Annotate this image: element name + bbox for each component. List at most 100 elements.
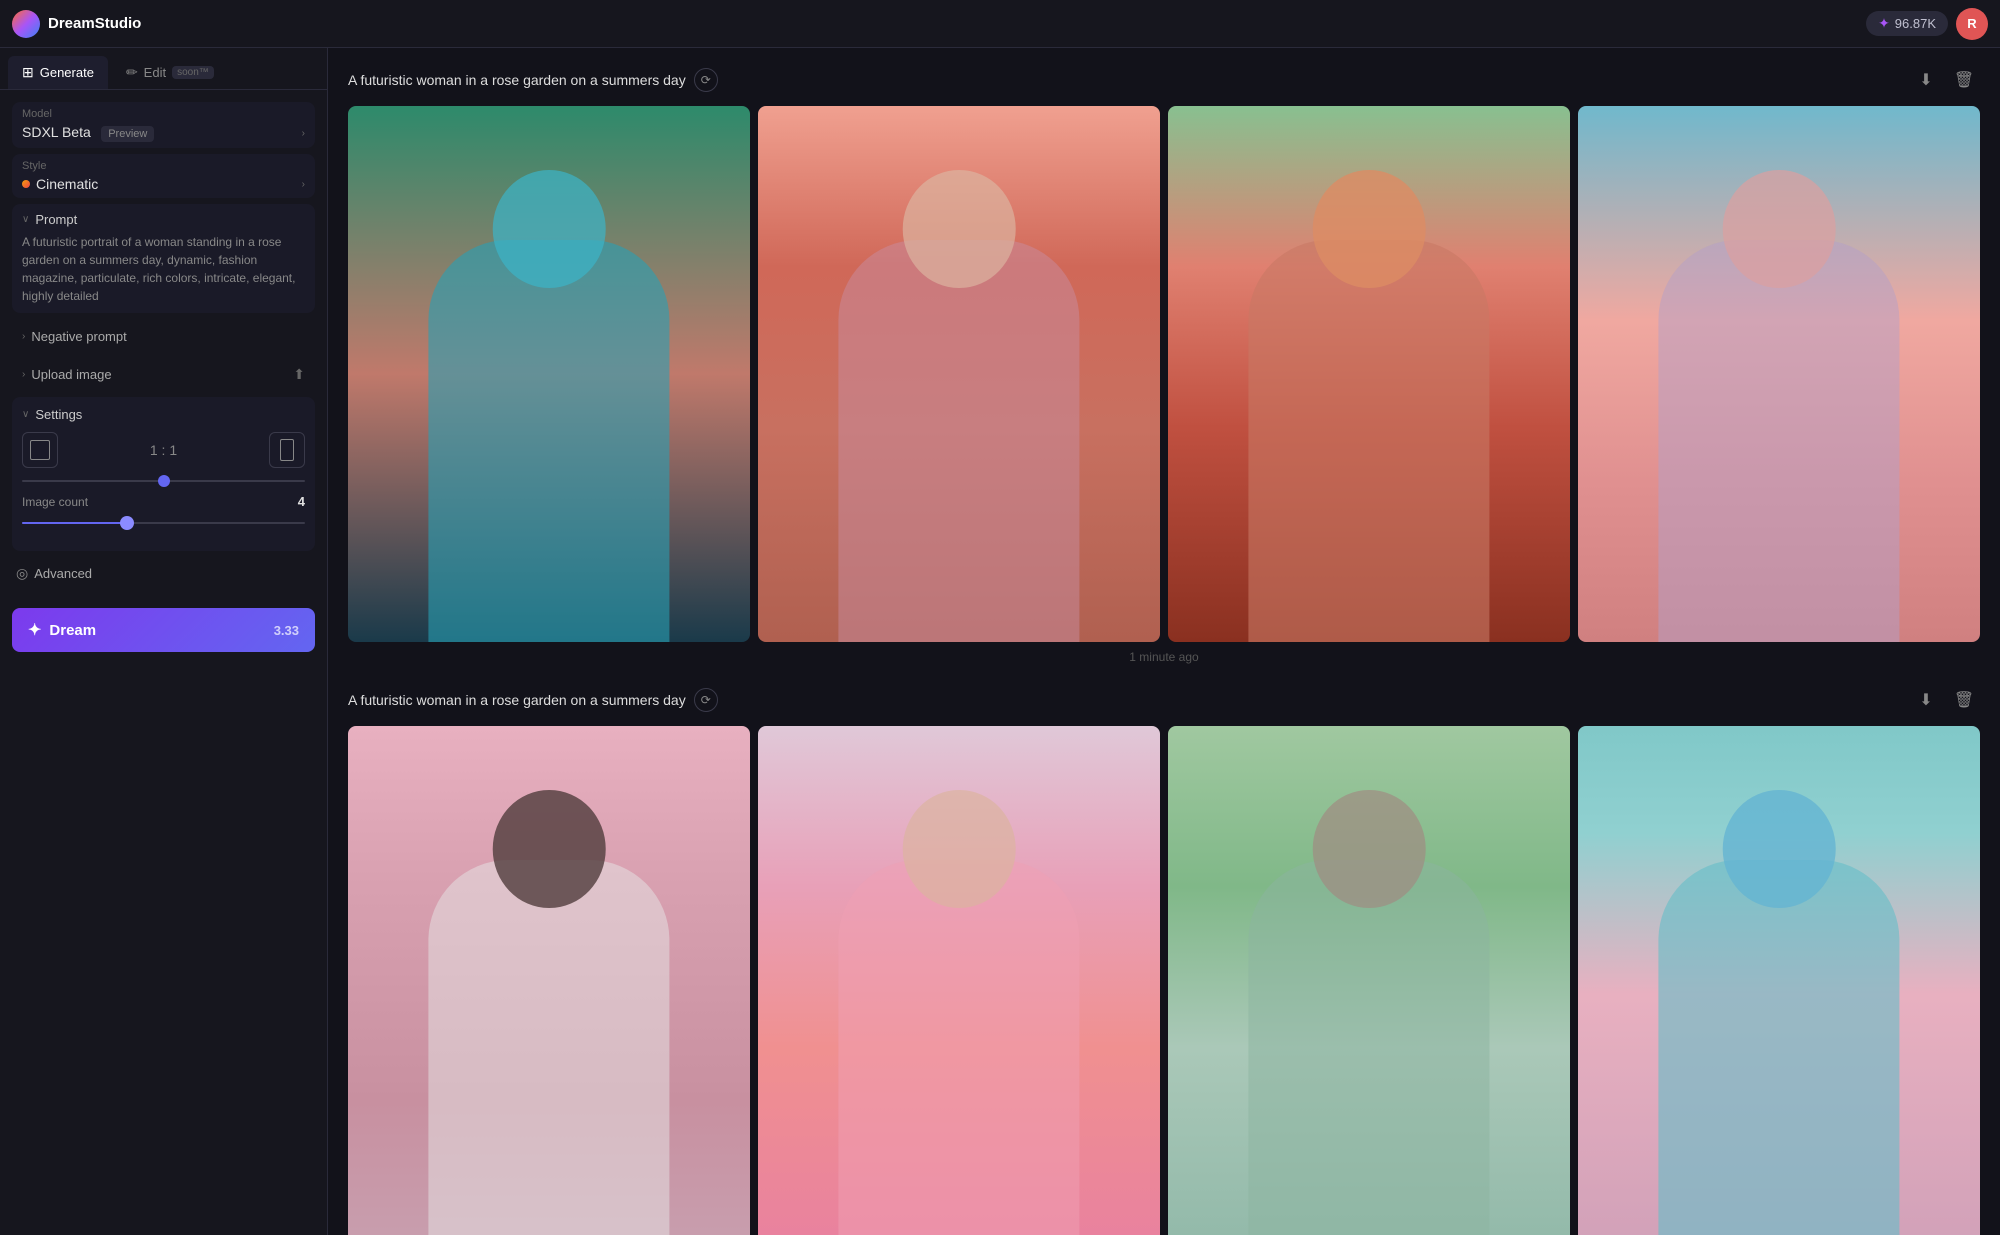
image-grid-1 xyxy=(348,106,1980,642)
aspect-square-icon xyxy=(30,440,50,460)
dream-sparkle-icon: ✦ xyxy=(28,620,41,640)
gen-prompt-text-2: A futuristic woman in a rose garden on a… xyxy=(348,692,686,708)
style-section[interactable]: Style Cinematic › xyxy=(12,154,315,198)
style-chevron-icon: › xyxy=(302,179,305,190)
gen-refresh-btn-2[interactable]: ⟳ xyxy=(694,688,718,712)
gen-actions-2: ⬇ 🗑 xyxy=(1910,684,1980,716)
gen-prompt-row-2: A futuristic woman in a rose garden on a… xyxy=(348,688,718,712)
style-color-dot xyxy=(22,180,30,188)
image-count-slider-fill xyxy=(22,522,127,524)
advanced-eye-icon: ◎ xyxy=(16,565,28,582)
generation-group-1: A futuristic woman in a rose garden on a… xyxy=(348,64,1980,664)
advanced-label: Advanced xyxy=(34,566,92,581)
upload-image-label: Upload image xyxy=(31,367,111,382)
aspect-ratio-slider[interactable] xyxy=(22,480,305,482)
image-cell-1[interactable] xyxy=(348,106,750,642)
header-right: ✦ 96.87K R xyxy=(1866,8,1988,40)
advanced-section[interactable]: ◎ Advanced xyxy=(12,559,315,588)
image-cell-2[interactable] xyxy=(758,106,1160,642)
image-cell-8[interactable] xyxy=(1578,726,1980,1235)
upload-image-section[interactable]: › Upload image ⬆ xyxy=(12,358,315,391)
prompt-label: Prompt xyxy=(35,212,77,227)
app-header: DreamStudio ✦ 96.87K R xyxy=(0,0,2000,48)
model-name-group: SDXL Beta Preview xyxy=(22,124,154,142)
image-cell-6[interactable] xyxy=(758,726,1160,1235)
main-layout: ⊞ Generate ✏ Edit soon™ Model SDXL Beta … xyxy=(0,48,2000,1235)
credits-icon: ✦ xyxy=(1878,15,1890,32)
negative-prompt-section[interactable]: › Negative prompt xyxy=(12,321,315,352)
image-count-slider-container xyxy=(22,515,305,531)
aspect-slider-thumb[interactable] xyxy=(158,475,170,487)
model-chevron-icon: › xyxy=(302,128,305,139)
credits-value: 96.87K xyxy=(1895,16,1936,31)
negative-prompt-header: › Negative prompt xyxy=(22,329,305,344)
tab-edit[interactable]: ✏ Edit soon™ xyxy=(112,56,228,89)
image-cell-4[interactable] xyxy=(1578,106,1980,642)
aspect-portrait-icon xyxy=(280,439,294,461)
style-name: Cinematic xyxy=(36,176,98,192)
prompt-section[interactable]: ∨ Prompt A futuristic portrait of a woma… xyxy=(12,204,315,313)
image-cell-3[interactable] xyxy=(1168,106,1570,642)
dream-button-left: ✦ Dream xyxy=(28,620,96,640)
gen-timestamp-1: 1 minute ago xyxy=(348,650,1980,664)
image-count-value: 4 xyxy=(298,494,305,509)
generation-group-2: A futuristic woman in a rose garden on a… xyxy=(348,684,1980,1235)
tab-edit-label: Edit xyxy=(144,65,166,80)
gen-delete-btn-2[interactable]: 🗑 xyxy=(1948,684,1980,716)
soon-badge: soon™ xyxy=(172,66,214,79)
dream-button[interactable]: ✦ Dream 3.33 xyxy=(12,608,315,652)
app-name: DreamStudio xyxy=(48,15,141,32)
aspect-ratio-value: 1 : 1 xyxy=(68,442,259,458)
negative-prompt-label: Negative prompt xyxy=(31,329,126,344)
gen-delete-btn-1[interactable]: 🗑 xyxy=(1948,64,1980,96)
settings-label: Settings xyxy=(35,407,82,422)
settings-section: ∨ Settings 1 : 1 xyxy=(12,397,315,551)
credits-badge[interactable]: ✦ 96.87K xyxy=(1866,11,1948,36)
image-cell-5[interactable] xyxy=(348,726,750,1235)
main-content: A futuristic woman in a rose garden on a… xyxy=(328,48,2000,1235)
model-section[interactable]: Model SDXL Beta Preview › xyxy=(12,102,315,148)
upload-image-title: › Upload image xyxy=(22,367,112,382)
generate-tab-icon: ⊞ xyxy=(22,64,34,81)
style-label: Style xyxy=(22,160,305,172)
settings-chevron-icon: ∨ xyxy=(22,409,29,420)
image-count-row: Image count 4 xyxy=(22,494,305,509)
app-logo-icon xyxy=(12,10,40,38)
aspect-portrait-button[interactable] xyxy=(269,432,305,468)
aspect-square-button[interactable] xyxy=(22,432,58,468)
model-name: SDXL Beta xyxy=(22,124,91,140)
tab-bar: ⊞ Generate ✏ Edit soon™ xyxy=(0,48,327,90)
aspect-ratio-row: 1 : 1 xyxy=(22,432,305,468)
negative-prompt-title: › Negative prompt xyxy=(22,329,127,344)
style-row: Cinematic › xyxy=(22,176,305,192)
gen-prompt-row-1: A futuristic woman in a rose garden on a… xyxy=(348,68,718,92)
dream-button-label: Dream xyxy=(49,622,96,639)
image-count-slider-thumb[interactable] xyxy=(120,516,134,530)
gen-download-btn-2[interactable]: ⬇ xyxy=(1910,684,1942,716)
upload-right: ⬆ xyxy=(293,366,305,383)
image-count-label: Image count xyxy=(22,495,88,509)
model-label: Model xyxy=(22,108,305,120)
settings-header[interactable]: ∨ Settings xyxy=(22,407,305,422)
image-cell-7[interactable] xyxy=(1168,726,1570,1235)
model-row: SDXL Beta Preview › xyxy=(22,124,305,142)
gen-actions-1: ⬇ 🗑 xyxy=(1910,64,1980,96)
gen-header-1: A futuristic woman in a rose garden on a… xyxy=(348,64,1980,96)
gen-refresh-btn-1[interactable]: ⟳ xyxy=(694,68,718,92)
tab-generate-label: Generate xyxy=(40,65,94,80)
model-preview-badge: Preview xyxy=(101,126,154,142)
style-name-group: Cinematic xyxy=(22,176,98,192)
prompt-header: ∨ Prompt xyxy=(22,212,305,227)
user-avatar[interactable]: R xyxy=(1956,8,1988,40)
edit-tab-icon: ✏ xyxy=(126,64,138,81)
gen-download-btn-1[interactable]: ⬇ xyxy=(1910,64,1942,96)
gen-prompt-text-1: A futuristic woman in a rose garden on a… xyxy=(348,72,686,88)
sidebar-content: Model SDXL Beta Preview › Style Cinemati… xyxy=(0,90,327,600)
gen-header-2: A futuristic woman in a rose garden on a… xyxy=(348,684,1980,716)
prompt-text[interactable]: A futuristic portrait of a woman standin… xyxy=(22,233,305,305)
dream-cost: 3.33 xyxy=(274,623,299,638)
tab-generate[interactable]: ⊞ Generate xyxy=(8,56,108,89)
sidebar: ⊞ Generate ✏ Edit soon™ Model SDXL Beta … xyxy=(0,48,328,1235)
upload-arrow-icon: ⬆ xyxy=(293,366,305,383)
image-grid-2 xyxy=(348,726,1980,1235)
